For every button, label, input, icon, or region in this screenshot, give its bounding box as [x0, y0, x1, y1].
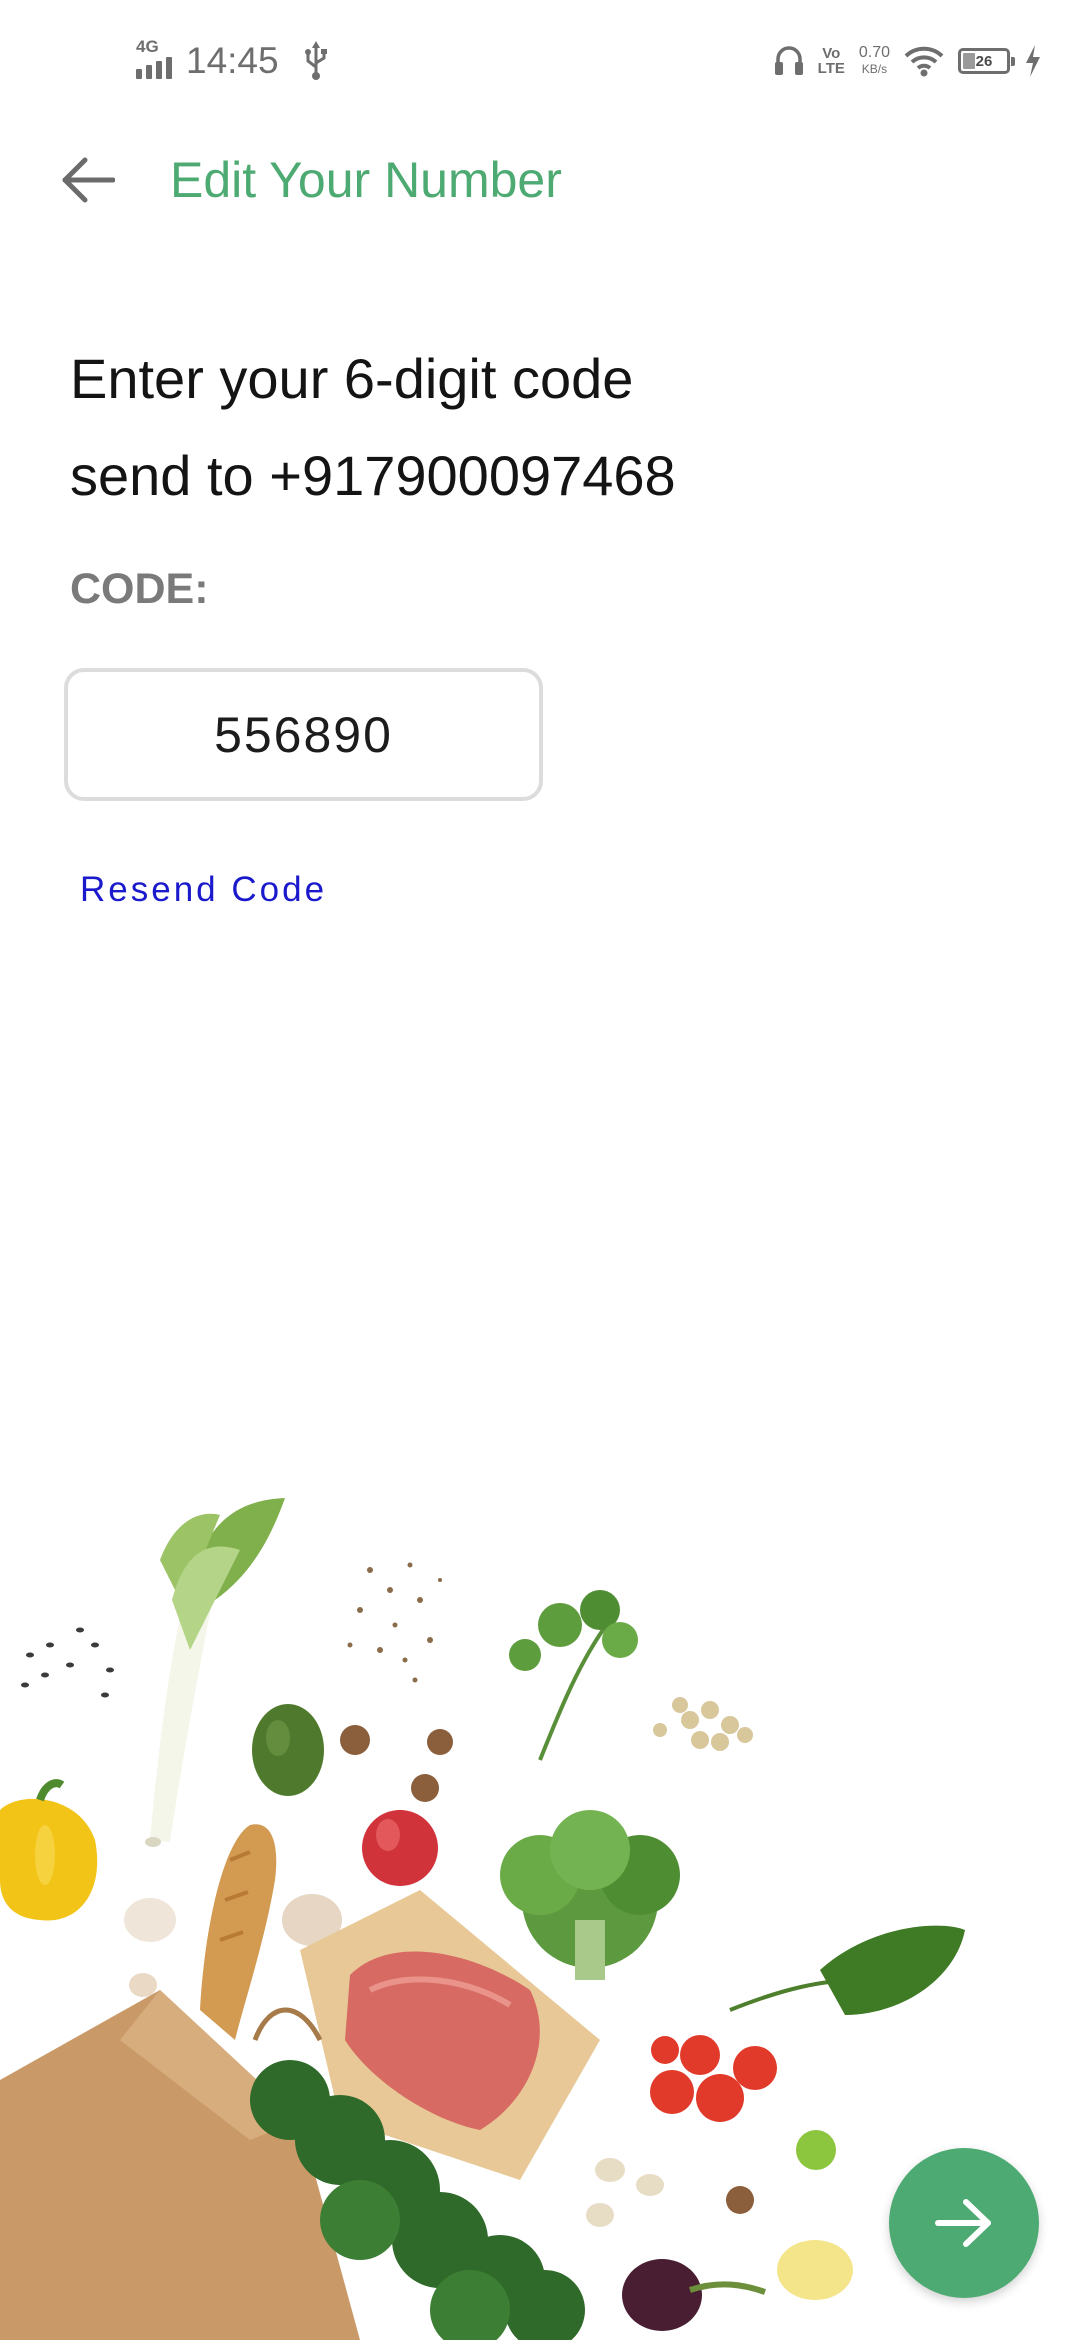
- status-time: 14:45: [186, 40, 279, 81]
- spinach-leaf-image: [729, 1925, 965, 2015]
- avocado-image: [252, 1704, 324, 1796]
- headphones-icon: [774, 46, 803, 75]
- yellow-pepper-image: [0, 1779, 98, 1921]
- page-title: Edit Your Number: [170, 152, 562, 208]
- next-button[interactable]: [889, 2148, 1039, 2298]
- resend-code-link[interactable]: Resend Code: [80, 870, 327, 910]
- eggplant-image: [622, 2259, 766, 2331]
- cherry-tomatoes-image: [650, 2035, 777, 2122]
- spice-seeds-image: [347, 1562, 442, 1683]
- network-speed: 0.70 KB/s: [859, 45, 890, 77]
- arrow-left-icon: [62, 157, 115, 203]
- network-type: 4G: [136, 37, 159, 56]
- wifi-icon: [904, 46, 944, 77]
- network-speed-unit: KB/s: [861, 62, 888, 76]
- instruction-line-2: send to +917900097468: [70, 444, 676, 507]
- code-label: CODE:: [70, 565, 209, 613]
- broccoli-image: [500, 1810, 680, 1980]
- usb-icon: [304, 41, 327, 80]
- status-right: Vo LTE 0.70 KB/s 26: [774, 38, 1042, 84]
- status-bar: 4G 14:45 Vo LTE 0.70 KB/s 26: [0, 0, 1080, 120]
- code-instruction: Enter your 6-digit code send to +9179000…: [70, 330, 970, 524]
- volte-bottom-label: LTE: [817, 60, 845, 77]
- phone-screen: 4G 14:45 Vo LTE 0.70 KB/s 26 Edit Your N…: [0, 0, 1080, 2340]
- battery-level: 26: [975, 52, 993, 70]
- black-seeds-image: [21, 1627, 114, 1698]
- otp-code-input[interactable]: [64, 668, 543, 801]
- lemon-image: [777, 2240, 853, 2300]
- back-button[interactable]: [52, 148, 124, 212]
- charging-icon: [1026, 45, 1040, 77]
- volte-top-label: Vo: [822, 45, 841, 62]
- instruction-line-1: Enter your 6-digit code: [70, 347, 634, 410]
- volte-indicator: Vo LTE: [818, 46, 845, 76]
- quail-eggs-image: [586, 2158, 664, 2227]
- cellular-signal-icon: 4G: [136, 37, 172, 79]
- chickpeas-image: [653, 1697, 753, 1751]
- leek-image: [145, 1498, 285, 1847]
- battery-fill: [963, 53, 975, 69]
- parsley-sprig-image: [509, 1590, 638, 1761]
- lime-image: [796, 2130, 836, 2170]
- battery-icon: 26: [958, 48, 1015, 74]
- network-speed-value: 0.70: [858, 44, 890, 61]
- arrow-right-icon: [935, 2199, 991, 2247]
- status-left: 4G 14:45: [136, 36, 331, 86]
- app-bar: Edit Your Number: [0, 120, 1080, 240]
- apple-image: [362, 1810, 438, 1886]
- baguette-image: [200, 1824, 277, 2040]
